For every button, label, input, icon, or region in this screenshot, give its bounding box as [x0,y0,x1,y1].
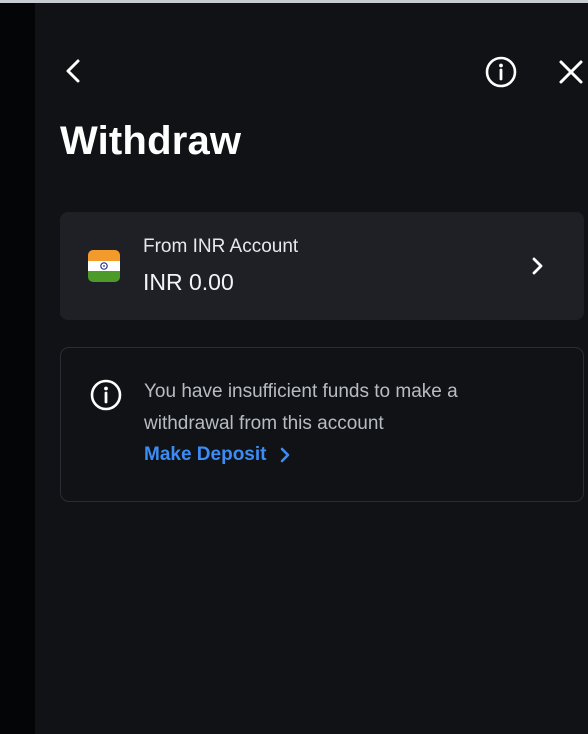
account-balance: INR 0.00 [143,269,234,295]
close-icon [559,60,583,84]
make-deposit-link[interactable]: Make Deposit [144,444,292,466]
account-label: From INR Account [143,236,299,257]
back-button[interactable] [59,53,87,89]
info-circle-icon [485,56,517,88]
chevron-left-icon [66,59,80,83]
left-backdrop [0,3,35,734]
insufficient-funds-notice: You have insufficient funds to make a wi… [60,347,584,502]
close-button[interactable] [553,54,588,90]
info-button[interactable] [483,54,519,90]
notice-message: You have insufficient funds to make a wi… [144,381,458,434]
india-flag-icon [88,250,120,282]
page-title: Withdraw [60,119,242,163]
withdraw-panel: Withdraw From INR Account INR 0.00 You h… [35,3,588,734]
info-circle-icon [90,379,122,411]
account-selector[interactable]: From INR Account INR 0.00 [60,212,584,320]
make-deposit-label: Make Deposit [144,444,267,465]
chevron-right-icon [532,257,543,275]
chevron-right-icon [281,447,290,463]
